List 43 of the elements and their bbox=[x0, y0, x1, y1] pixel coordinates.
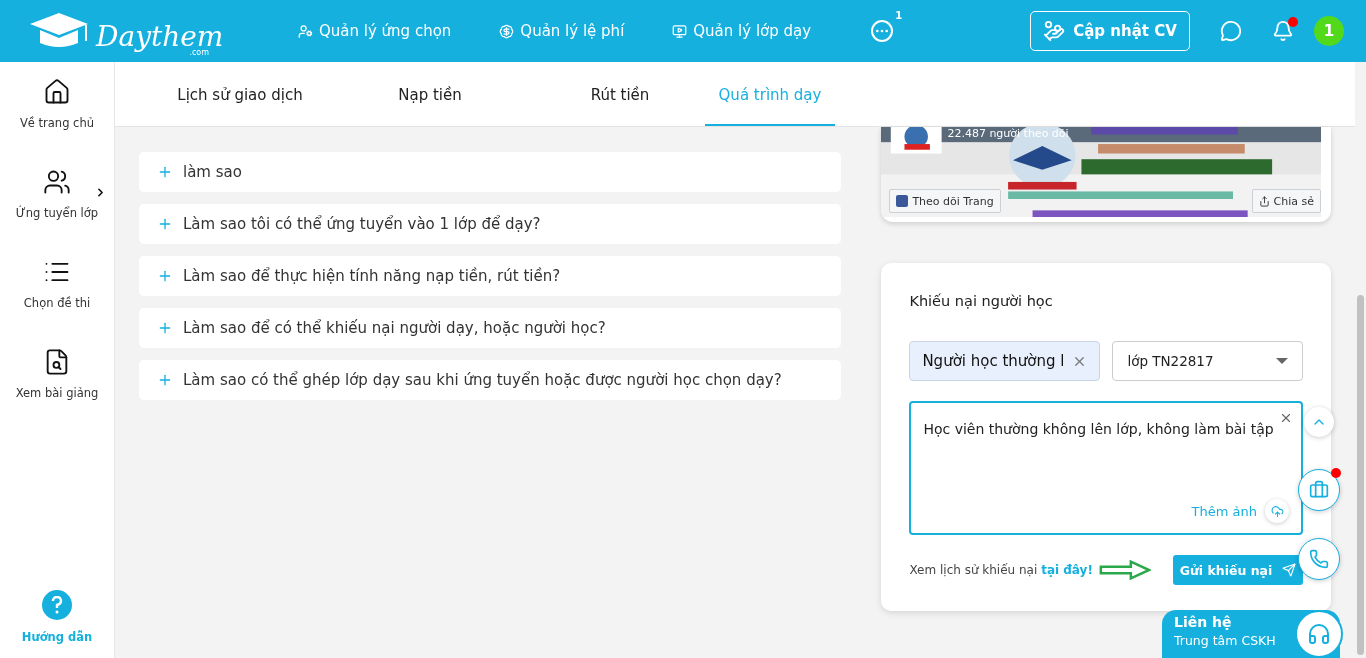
upload-icon bbox=[1265, 499, 1289, 523]
contact-title: Liên hệ bbox=[1174, 614, 1233, 630]
scrollbar[interactable] bbox=[1357, 295, 1364, 655]
help-icon bbox=[42, 590, 72, 620]
phone-icon bbox=[1309, 549, 1329, 569]
arrow-drawing bbox=[1098, 560, 1151, 580]
count-label: 1 bbox=[895, 10, 903, 21]
faq-question: Làm sao để thực hiện tính năng nạp tiền, rút tiền? bbox=[183, 267, 561, 285]
sidebar-item[interactable]: Về trang chủ bbox=[0, 78, 115, 168]
people-icon bbox=[298, 23, 313, 39]
follow-button[interactable]: Theo dõi Trang bbox=[889, 189, 1001, 213]
share-icon bbox=[1258, 195, 1270, 207]
faq-question: Làm sao có thể ghép lớp dạy sau khi ứng tuyển hoặc được người học chọn dạy? bbox=[183, 371, 782, 389]
faq-question: Làm sao để có thể khiếu nại người dạy, hoặc người học? bbox=[183, 319, 606, 337]
sidebar-item[interactable]: Chọn đề thi bbox=[0, 258, 115, 348]
share-button[interactable]: Chia sẻ bbox=[1251, 189, 1321, 213]
faq-item[interactable]: Làm sao có thể ghép lớp dạy sau khi ứng tuyển hoặc được người học chọn dạy? bbox=[139, 360, 842, 400]
clear-icon[interactable] bbox=[1279, 411, 1293, 425]
logo-suffix: .com bbox=[189, 48, 209, 57]
class-select[interactable]: lớp TN22817 bbox=[1112, 341, 1303, 381]
sidebar-item[interactable]: Xem bài giảng bbox=[0, 348, 115, 438]
send-icon bbox=[1282, 563, 1297, 577]
notification-icon[interactable] bbox=[1272, 20, 1294, 42]
faq-question: làm sao bbox=[183, 163, 242, 181]
monitor-icon bbox=[672, 23, 688, 39]
more-icon[interactable] bbox=[871, 20, 894, 42]
dollar-icon bbox=[499, 23, 515, 39]
faq-item[interactable]: Làm sao tôi có thể ứng tuyển vào 1 lớp để dạy? bbox=[139, 204, 842, 244]
tag-chip[interactable]: Người học thường l bbox=[909, 341, 1101, 381]
faq-item[interactable]: làm sao bbox=[139, 152, 842, 192]
people-icon bbox=[43, 168, 71, 196]
history-text: Xem lịch sử khiếu nại tại đây! bbox=[909, 563, 1093, 577]
home-icon bbox=[43, 78, 71, 106]
logo-text: Daythem bbox=[96, 23, 224, 51]
card-title: Khiếu nại người học bbox=[909, 293, 1054, 309]
sidebar-item[interactable]: Ứng tuyển lớp bbox=[0, 168, 115, 258]
message-field[interactable]: Học viên thường không lên lớp, không làm bài tập Thêm ảnh bbox=[909, 401, 1303, 535]
faq-item[interactable]: Làm sao để thực hiện tính năng nạp tiền, rút tiền? bbox=[139, 256, 842, 296]
briefcase-icon bbox=[1309, 480, 1329, 500]
contact-subtitle: Trung tâm CSKH bbox=[1174, 633, 1277, 648]
faq-item[interactable]: Làm sao để có thể khiếu nại người dạy, hoặc người học? bbox=[139, 308, 842, 348]
chat-icon[interactable] bbox=[1220, 20, 1242, 42]
faq-question: Làm sao tôi có thể ứng tuyển vào 1 lớp để dạy? bbox=[183, 215, 541, 233]
